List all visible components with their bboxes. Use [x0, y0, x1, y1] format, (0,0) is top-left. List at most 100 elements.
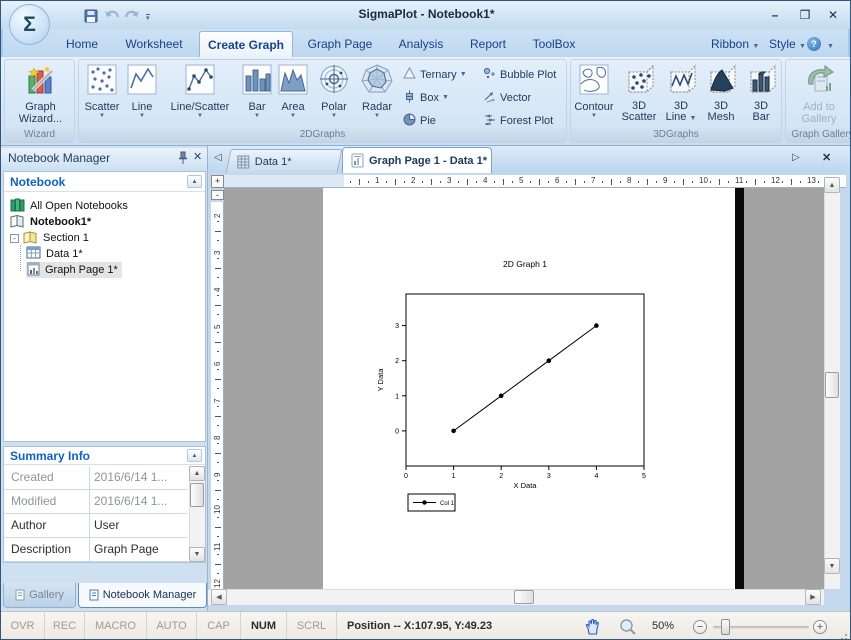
collapse-summary-section-button[interactable]: ▲	[187, 449, 202, 462]
zoom-out-button[interactable]: −	[693, 620, 707, 634]
collapse-notebook-section-button[interactable]: ▲	[187, 175, 202, 188]
graph-wizard-button[interactable]: Graph Wizard...	[5, 62, 76, 125]
v-ruler-number: 9	[213, 468, 222, 477]
tab-worksheet[interactable]: Worksheet	[113, 31, 195, 57]
collapse-arrow-icon: ▲	[192, 179, 198, 185]
zoom-level-readout: 50%	[652, 620, 674, 632]
threed-scatter-button[interactable]: 3D Scatter	[617, 62, 661, 123]
v-ruler-number: 8	[213, 431, 222, 440]
line-button[interactable]: Line ▼	[125, 62, 159, 120]
status-toggle-0[interactable]: OVR	[1, 612, 45, 640]
v-ruler-number: 12	[213, 579, 222, 588]
tree-item-data1[interactable]: Data 1*	[26, 246, 83, 262]
scroll-down-button[interactable]: ▼	[824, 558, 840, 574]
scrollbar-thumb[interactable]	[514, 590, 534, 604]
zoom-tool-button[interactable]	[619, 618, 637, 640]
data-point	[451, 429, 456, 434]
threed-bar-button[interactable]: 3D Bar	[741, 62, 781, 123]
doc-tab-graph-page1[interactable]: Graph Page 1 - Data 1*	[342, 147, 492, 173]
forest-plot-button[interactable]: Forest Plot	[483, 112, 553, 129]
pin-panel-button[interactable]	[177, 151, 189, 169]
tab-toolbox[interactable]: ToolBox	[521, 31, 587, 57]
tab-create-graph[interactable]: Create Graph	[199, 31, 293, 57]
ribbon-menu-button[interactable]: Ribbon ▼	[711, 31, 759, 57]
tab-scroll-left-button[interactable]: ◁	[214, 152, 222, 163]
status-toggle-2[interactable]: MACRO	[85, 612, 147, 640]
svg-text:0: 0	[404, 473, 408, 480]
tab-home[interactable]: Home	[53, 31, 111, 57]
minimize-button[interactable]: –	[763, 6, 787, 24]
threed-mesh-button[interactable]: 3D Mesh	[701, 62, 741, 123]
pie-button[interactable]: Pie	[403, 112, 436, 129]
status-toggle-5[interactable]: NUM	[241, 612, 287, 640]
scroll-down-button[interactable]: ▼	[189, 547, 205, 562]
close-document-button[interactable]: ✕	[822, 151, 831, 164]
horizontal-ruler: 12345678910111213	[224, 175, 846, 188]
bubble-plot-button[interactable]: Bubble Plot	[483, 66, 556, 83]
tree-expander-icon[interactable]: -	[10, 234, 19, 243]
style-menu-button[interactable]: Style ▼	[769, 31, 806, 57]
close-panel-button[interactable]: ✕	[193, 150, 202, 163]
box-button[interactable]: Box ▼	[403, 89, 449, 106]
ruler-tick	[395, 179, 396, 185]
ruler-tick	[215, 453, 221, 454]
notebook-manager-panel-tab[interactable]: Notebook Manager	[78, 583, 207, 608]
area-button[interactable]: Area ▼	[273, 62, 313, 120]
status-bar: OVR REC MACRO AUTO CAP NUM SCRL Position…	[1, 611, 851, 640]
help-button[interactable]: ?	[807, 37, 821, 51]
bar-button[interactable]: Bar ▼	[241, 62, 273, 120]
threed-line-button[interactable]: 3D Line ▼	[661, 62, 701, 124]
gallery-panel-tab[interactable]: Gallery	[3, 583, 76, 608]
ruler-tick	[719, 179, 720, 185]
h-ruler-number: 10	[699, 176, 708, 185]
tree-item-all-open-notebooks[interactable]: All Open Notebooks	[10, 198, 128, 214]
graph-canvas[interactable]: 2D Graph 10123450123X DataY DataCol 1	[323, 188, 735, 589]
status-toggle-1[interactable]: REC	[45, 612, 85, 640]
tab-analysis[interactable]: Analysis	[387, 31, 455, 57]
scroll-up-button[interactable]: ▲	[824, 177, 840, 193]
status-toggle-4[interactable]: CAP	[197, 612, 241, 640]
ruler-tick	[683, 179, 684, 185]
tab-report[interactable]: Report	[457, 31, 519, 57]
pan-tool-button[interactable]	[584, 618, 601, 640]
add-to-gallery-button[interactable]: Add to Gallery	[786, 62, 851, 125]
graph-svg[interactable]: 2D Graph 10123450123X DataY DataCol 1	[323, 188, 735, 590]
tab-graph-page[interactable]: Graph Page	[297, 31, 383, 57]
close-button[interactable]: ✕	[821, 6, 845, 24]
tree-item-graph-page1[interactable]: Graph Page 1*	[26, 262, 122, 278]
contour-button[interactable]: Contour ▼	[571, 62, 617, 120]
notebook-tree-box: Notebook ▲ All Open Notebooks Notebook1*…	[3, 171, 206, 442]
help-menu-button[interactable]: ▼	[827, 31, 834, 57]
scroll-up-button[interactable]: ▲	[189, 466, 205, 481]
ruler-tick	[431, 179, 432, 185]
status-toggle-6[interactable]: SCRL	[287, 612, 337, 640]
ruler-tick	[217, 314, 219, 315]
status-toggle-3[interactable]: AUTO	[147, 612, 197, 640]
tree-item-section1[interactable]: - Section 1	[10, 230, 89, 246]
ruler-zoom-in-button[interactable]: +	[211, 175, 224, 188]
ribbon: Graph Wizard... Wizard Scatter ▼ Line	[1, 57, 851, 146]
scrollbar-thumb[interactable]	[190, 483, 204, 507]
polar-button[interactable]: Polar ▼	[313, 62, 355, 120]
vector-button[interactable]: Vector	[483, 89, 531, 106]
doc-tab-data1[interactable]: Data 1*	[225, 149, 342, 173]
scroll-left-button[interactable]: ◀	[211, 589, 227, 605]
zoom-slider-thumb[interactable]	[721, 619, 730, 635]
tree-item-notebook1[interactable]: Notebook1*	[10, 214, 91, 230]
scroll-right-button[interactable]: ▶	[805, 589, 821, 605]
app-menu-button[interactable]: Σ	[9, 4, 50, 45]
scatter-button[interactable]: Scatter ▼	[79, 62, 125, 120]
zoom-in-button[interactable]: +	[813, 620, 827, 634]
graph-page[interactable]: 2D Graph 10123450123X DataY DataCol 1	[323, 188, 735, 589]
radar-button[interactable]: Radar ▼	[355, 62, 399, 120]
maximize-button[interactable]: ❒	[793, 6, 817, 24]
tab-scroll-right-button[interactable]: ▷	[792, 152, 800, 163]
ternary-button[interactable]: Ternary ▼	[403, 66, 467, 83]
line-scatter-button[interactable]: Line/Scatter ▼	[159, 62, 241, 120]
ruler-zoom-out-button[interactable]: -	[211, 190, 224, 200]
x-axis-label: X Data	[514, 481, 538, 490]
resize-grip-icon[interactable]	[839, 632, 849, 640]
scrollbar-thumb[interactable]	[825, 372, 839, 398]
ruler-tick	[215, 527, 221, 528]
chevron-down-icon: ▼	[752, 43, 759, 50]
